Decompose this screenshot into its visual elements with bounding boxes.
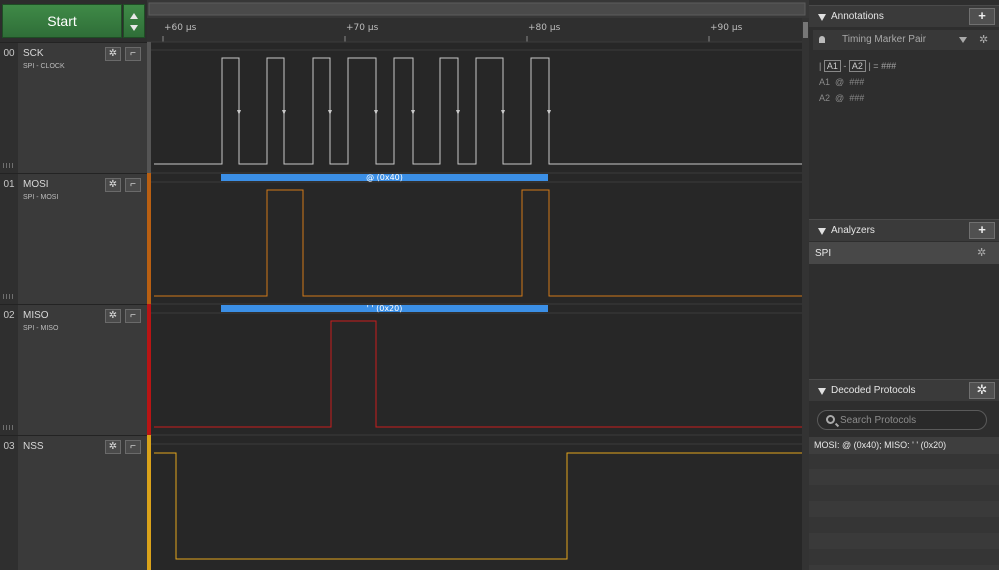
nss-waveform — [154, 452, 802, 560]
marker-a2-box[interactable]: A2 — [848, 60, 866, 72]
collapse-triangle-icon[interactable] — [818, 228, 826, 235]
analyzer-name: SPI — [815, 248, 832, 259]
decoded-protocols-settings-button[interactable]: ✲ — [969, 382, 995, 399]
channel-color-strip — [147, 304, 151, 435]
channel-name: SCK — [23, 48, 44, 59]
delta-pipe: | — [819, 61, 822, 71]
decoded-protocol-row[interactable]: MOSI: @ (0x40); MISO: ' ' (0x20) — [809, 437, 999, 454]
delta-value: ### — [881, 61, 897, 71]
resize-grip-icon[interactable] — [3, 163, 15, 168]
channel-name: MOSI — [23, 179, 49, 190]
decoded-protocols-title: Decoded Protocols — [831, 385, 916, 396]
chevron-down-icon[interactable] — [959, 37, 967, 43]
channel-sidebar: Start 00 SCK SPI - CLOCK ✲ ⌐ 01 MOSI SPI… — [0, 0, 147, 570]
chevron-down-icon[interactable] — [130, 25, 138, 31]
channel-name: MISO — [23, 310, 49, 321]
annotations-title: Annotations — [831, 11, 884, 22]
time-tick-label: +80 μs — [528, 23, 561, 33]
mosi-decode-label[interactable]: @ (0x40) — [221, 173, 548, 182]
channel-settings-gear-icon[interactable]: ✲ — [105, 440, 121, 454]
marker-value: ### — [849, 77, 865, 87]
channel-index: 03 — [0, 436, 18, 570]
decoded-protocols-list[interactable] — [809, 437, 999, 570]
channel-row-sck[interactable]: 00 SCK SPI - CLOCK ✲ ⌐ — [0, 42, 147, 173]
search-icon — [826, 415, 835, 424]
pin-icon[interactable] — [819, 36, 825, 43]
search-protocols-input[interactable] — [840, 413, 980, 427]
delta-dash: - — [843, 61, 847, 71]
channel-index: 01 — [0, 174, 18, 304]
channel-settings-gear-icon[interactable]: ✲ — [105, 47, 121, 61]
delta-pipe: | — [868, 61, 871, 71]
channel-subtitle: SPI - CLOCK — [23, 63, 65, 70]
miso-decode-label[interactable]: ' ' (0x20) — [221, 304, 548, 313]
start-toolbar: Start — [0, 0, 147, 42]
logic-analyzer-window: Start 00 SCK SPI - CLOCK ✲ ⌐ 01 MOSI SPI… — [0, 0, 999, 570]
waveform-view[interactable]: +60 μs +70 μs +80 μs +90 μs @ (0x40) ' '… — [147, 0, 809, 570]
waveform-canvas[interactable] — [147, 0, 809, 570]
scroll-bar-thumb[interactable] — [148, 2, 806, 16]
marker-delta-line: | A1 - A2 | = ### — [819, 60, 896, 72]
collapse-triangle-icon[interactable] — [818, 14, 826, 21]
marker-a2-line: A2 @ ### — [819, 93, 864, 103]
marker-label: A1 — [819, 77, 831, 87]
channel-color-strip — [147, 173, 151, 304]
add-analyzer-button[interactable]: + — [969, 222, 995, 239]
decoded-protocols-header[interactable]: Decoded Protocols ✲ — [809, 379, 999, 401]
marker-a1-box[interactable]: A1 — [823, 60, 841, 72]
collapse-triangle-icon[interactable] — [818, 388, 826, 395]
sck-waveform — [154, 57, 802, 165]
search-protocols-field[interactable] — [817, 410, 987, 430]
channel-row-mosi[interactable]: 01 MOSI SPI - MOSI ✲ ⌐ — [0, 173, 147, 304]
marker-a1-line: A1 @ ### — [819, 77, 864, 87]
timing-marker-pair-row[interactable]: Timing Marker Pair ✲ — [813, 30, 999, 50]
trigger-icon[interactable]: ⌐ — [125, 178, 141, 192]
timing-marker-name: Timing Marker Pair — [842, 34, 927, 45]
channel-settings-gear-icon[interactable]: ✲ — [105, 309, 121, 323]
gear-icon[interactable]: ✲ — [979, 33, 988, 46]
marker-at: @ — [835, 77, 845, 87]
channel-settings-gear-icon[interactable]: ✲ — [105, 178, 121, 192]
time-tick-label: +90 μs — [710, 23, 743, 33]
resize-grip-icon[interactable] — [3, 294, 15, 299]
channel-index: 02 — [0, 305, 18, 435]
marker-value: ### — [849, 93, 865, 103]
marker-label: A2 — [819, 93, 831, 103]
time-tick-label: +70 μs — [346, 23, 379, 33]
trigger-icon[interactable]: ⌐ — [125, 309, 141, 323]
channel-color-strip — [147, 42, 151, 173]
time-tick-label: +60 μs — [164, 23, 197, 33]
add-annotation-button[interactable]: + — [969, 8, 995, 25]
resize-grip-icon[interactable] — [3, 425, 15, 430]
channel-row-miso[interactable]: 02 MISO SPI - MISO ✲ ⌐ — [0, 304, 147, 435]
channel-name: NSS — [23, 441, 44, 452]
vertical-scrollbar[interactable] — [802, 18, 809, 570]
channel-row-nss[interactable]: 03 NSS ✲ ⌐ — [0, 435, 147, 570]
channel-index: 00 — [0, 43, 18, 173]
start-button[interactable]: Start — [2, 4, 122, 38]
analyzers-header[interactable]: Analyzers + — [809, 219, 999, 241]
analyzers-title: Analyzers — [831, 225, 875, 236]
channel-color-strip — [147, 435, 151, 570]
analyzer-item-spi[interactable]: SPI ✲ — [809, 242, 999, 264]
marker-at: @ — [835, 93, 845, 103]
annotations-header[interactable]: Annotations + — [809, 5, 999, 27]
channel-subtitle: SPI - MISO — [23, 325, 59, 332]
delta-equals: = — [873, 61, 879, 71]
chevron-up-icon[interactable] — [130, 13, 138, 19]
right-panel: Annotations + Timing Marker Pair ✲ | A1 … — [809, 0, 999, 570]
mosi-waveform — [154, 189, 802, 297]
vertical-scrollbar-thumb[interactable] — [803, 22, 808, 38]
miso-waveform — [154, 320, 802, 428]
trigger-icon[interactable]: ⌐ — [125, 47, 141, 61]
gear-icon[interactable]: ✲ — [977, 246, 986, 259]
start-options-stepper[interactable] — [123, 4, 145, 38]
channel-subtitle: SPI - MOSI — [23, 194, 59, 201]
trigger-icon[interactable]: ⌐ — [125, 440, 141, 454]
